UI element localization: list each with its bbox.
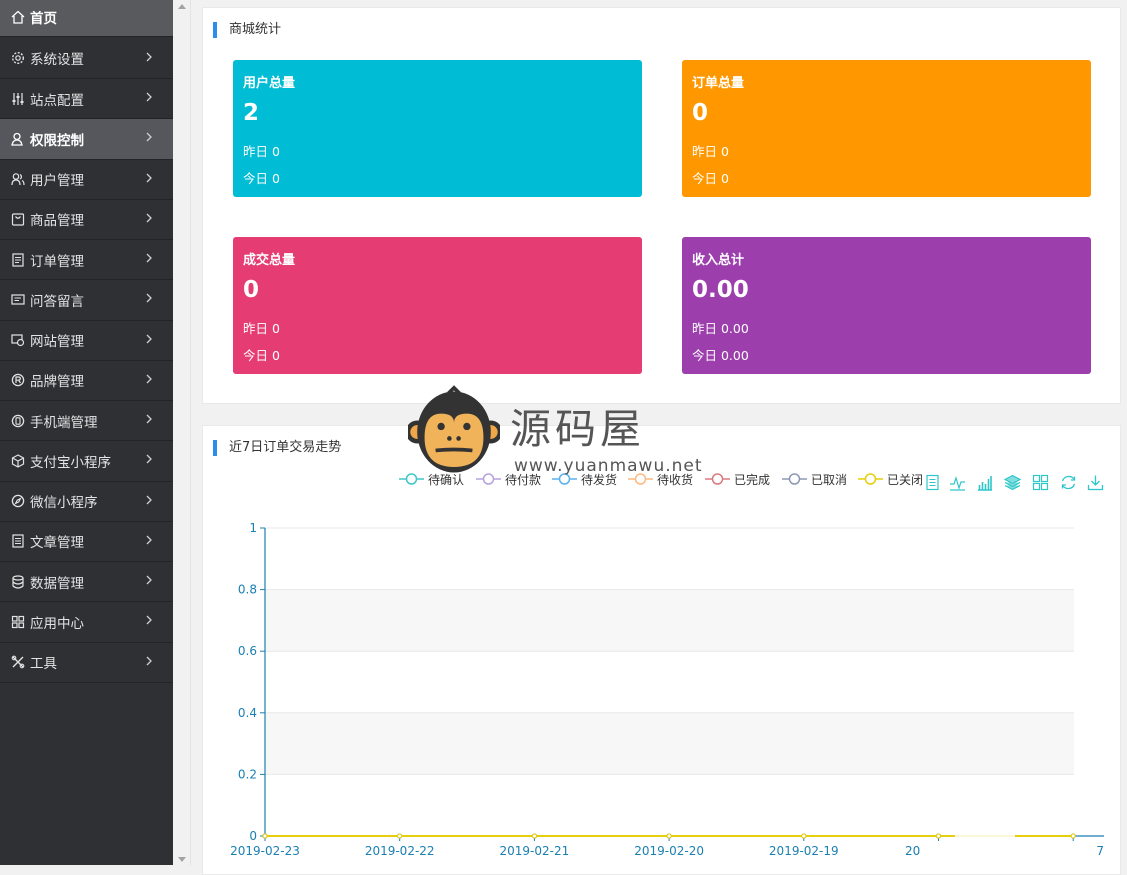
grid-band <box>265 589 1074 652</box>
legend-label: 已关闭 <box>887 472 924 487</box>
x-tick-label: 2019-02-21 <box>500 844 570 858</box>
x-tick-label: 2019-02-22 <box>365 844 435 858</box>
y-tick-label: 0.6 <box>238 644 257 658</box>
legend-item[interactable]: 已完成 <box>705 471 770 487</box>
x-tick-label: 20 <box>905 844 920 858</box>
monkey-logo <box>408 385 500 473</box>
grid-band <box>265 712 1074 775</box>
x-tick-label: 2019-02-20 <box>634 844 704 858</box>
legend-label: 已完成 <box>734 472 771 487</box>
legend-item[interactable]: 已取消 <box>782 471 847 487</box>
legend-marker-icon <box>858 473 883 485</box>
tiled-icon[interactable] <box>1032 474 1049 491</box>
legend-marker-icon <box>782 473 807 485</box>
download-icon[interactable] <box>1087 474 1104 491</box>
legend-marker-icon <box>705 473 730 485</box>
x-tick-label: 2019-02-23 <box>230 844 300 858</box>
x-tick-label: 2019-02-19 <box>769 844 839 858</box>
stack-icon[interactable] <box>1003 474 1022 491</box>
watermark-url: www.yuanmawu.net <box>514 456 703 476</box>
x-tick-label: 7 <box>1096 844 1104 858</box>
y-tick-label: 0.8 <box>238 583 257 597</box>
data-point <box>397 833 403 839</box>
data-point <box>1070 833 1076 839</box>
data-point <box>801 833 807 839</box>
y-tick-label: 0 <box>249 829 257 843</box>
legend-label: 已取消 <box>811 472 848 487</box>
watermark-name: 源码屋 <box>510 405 645 453</box>
legend-item[interactable]: 已关闭 <box>858 471 923 487</box>
restore-icon[interactable] <box>1060 474 1077 491</box>
data-point <box>262 833 268 839</box>
y-tick-label: 1 <box>249 521 257 535</box>
y-tick-label: 0.2 <box>238 767 257 781</box>
data-point <box>666 833 672 839</box>
data-view-icon[interactable] <box>924 474 941 491</box>
data-point <box>531 833 537 839</box>
bar-chart-icon[interactable] <box>976 474 993 491</box>
overlay-blur <box>955 805 1015 865</box>
line-chart-icon[interactable] <box>949 474 966 491</box>
y-tick-label: 0.4 <box>238 706 257 720</box>
data-point <box>936 833 941 839</box>
